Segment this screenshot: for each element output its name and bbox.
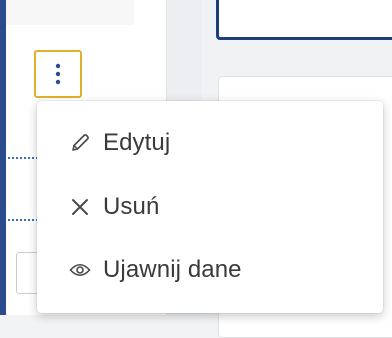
menu-item-edit[interactable]: Edytuj [37, 119, 383, 167]
menu-item-label: Ujawnij dane [103, 256, 242, 283]
eye-icon [67, 257, 93, 283]
left-panel-header [6, 0, 134, 25]
kebab-vertical-icon [55, 63, 61, 85]
menu-item-label: Usuń [103, 193, 160, 220]
selected-field[interactable] [216, 0, 392, 40]
menu-item-label: Edytuj [103, 129, 171, 156]
dotted-separator [8, 219, 38, 221]
more-options-button[interactable] [34, 50, 82, 98]
dotted-separator [8, 157, 38, 159]
menu-item-delete[interactable]: Usuń [37, 183, 383, 231]
pencil-icon [67, 130, 93, 156]
menu-item-reveal-data[interactable]: Ujawnij dane [37, 246, 383, 294]
close-icon [67, 194, 93, 220]
context-menu: Edytuj Usuń Ujawnij dane [37, 101, 383, 313]
